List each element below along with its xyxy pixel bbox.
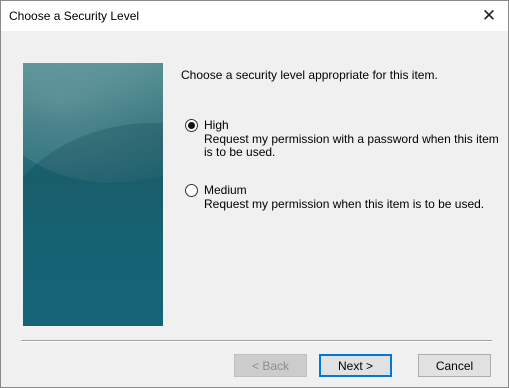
next-button[interactable]: Next > — [319, 354, 392, 377]
radio-medium[interactable] — [185, 184, 198, 197]
instruction-text: Choose a security level appropriate for … — [181, 68, 438, 82]
option-medium-description: Request my permission when this item is … — [204, 197, 485, 211]
security-level-dialog: Choose a Security Level ✕ Choose a secur… — [0, 0, 509, 388]
option-high-description: Request my permission with a password wh… — [204, 132, 499, 159]
wizard-banner-image — [23, 63, 163, 326]
radio-high[interactable] — [185, 119, 198, 132]
title-bar: Choose a Security Level ✕ — [1, 1, 508, 31]
back-button[interactable]: < Back — [234, 354, 307, 377]
footer-separator — [21, 340, 492, 342]
option-medium-label[interactable]: Medium — [204, 183, 247, 197]
close-icon[interactable]: ✕ — [470, 1, 508, 31]
cancel-button[interactable]: Cancel — [418, 354, 491, 377]
option-high-label[interactable]: High — [204, 118, 229, 132]
dialog-title: Choose a Security Level — [9, 9, 140, 23]
